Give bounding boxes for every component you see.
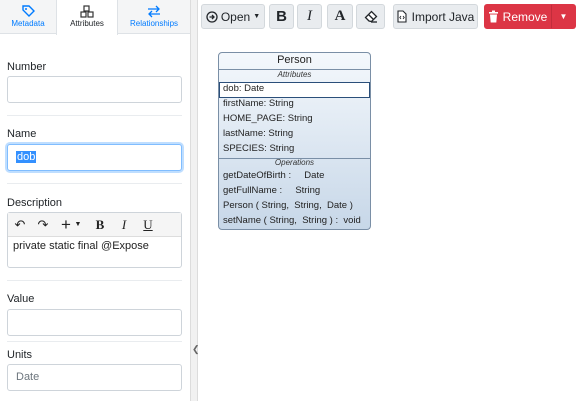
divider: [7, 280, 182, 281]
operations-header: Operations: [274, 158, 315, 167]
eraser-button[interactable]: [356, 4, 385, 29]
name-value: dob: [16, 151, 37, 163]
remove-button[interactable]: Remove: [484, 4, 551, 29]
description-text[interactable]: private static final @Expose: [13, 240, 149, 252]
operation-row[interactable]: setName ( String, String ) : void: [223, 215, 361, 226]
divider: [7, 183, 182, 184]
tab-label: Metadata: [11, 19, 45, 28]
panel-splitter[interactable]: ❮: [190, 0, 200, 401]
number-label: Number: [7, 61, 47, 73]
class-name: Person: [277, 54, 312, 66]
attributes-header: Attributes: [277, 70, 312, 79]
open-label: Open: [220, 9, 251, 24]
attribute-row[interactable]: firstName: String: [223, 98, 294, 109]
arrows-exchange-icon: [118, 5, 190, 18]
app-root: Metadata Attributes Relationships Number…: [0, 0, 580, 401]
tab-bar: Metadata Attributes Relationships: [0, 0, 190, 35]
tab-label: Attributes: [70, 19, 104, 28]
divider: [7, 341, 182, 342]
editor-toolbar: ↶ ↷ + ▼ B I U: [8, 213, 181, 237]
tab-label: Relationships: [129, 19, 179, 28]
operation-row[interactable]: getDateOfBirth : Date: [223, 170, 324, 181]
redo-button[interactable]: ↷: [35, 217, 51, 233]
tag-icon: [0, 5, 56, 18]
bold-button[interactable]: B: [92, 217, 108, 233]
trash-icon: [488, 10, 499, 23]
operation-row[interactable]: getFullName : String: [223, 185, 320, 196]
underline-button[interactable]: U: [140, 217, 156, 233]
import-java-label: Import Java: [411, 9, 475, 24]
insert-dropdown-caret-icon[interactable]: ▼: [70, 217, 86, 233]
tab-relationships[interactable]: Relationships: [118, 0, 190, 34]
value-input[interactable]: [7, 309, 182, 336]
attribute-row[interactable]: lastName: String: [223, 128, 293, 139]
italic-button[interactable]: I: [116, 217, 132, 233]
properties-panel: Metadata Attributes Relationships Number…: [0, 0, 190, 401]
caret-down-icon: ▼: [253, 13, 261, 20]
italic-button[interactable]: I: [297, 4, 322, 29]
name-input[interactable]: dob: [7, 144, 182, 171]
eraser-icon: [364, 10, 378, 23]
name-label: Name: [7, 128, 37, 140]
attribute-row[interactable]: dob: Date: [223, 83, 264, 94]
diagram-canvas[interactable]: Person Attributes dob: Date firstName: S…: [198, 33, 580, 401]
main-toolbar: Open ▼ B I A Import Java Remove ▼: [198, 0, 580, 33]
uml-class-person[interactable]: Person Attributes dob: Date firstName: S…: [218, 52, 371, 230]
description-label: Description: [7, 197, 63, 209]
file-code-icon: [397, 10, 407, 23]
tab-attributes[interactable]: Attributes: [56, 0, 118, 35]
bold-button[interactable]: B: [269, 4, 294, 29]
description-editor[interactable]: ↶ ↷ + ▼ B I U private static final @Expo…: [7, 212, 182, 268]
undo-button[interactable]: ↶: [12, 217, 28, 233]
font-button[interactable]: A: [327, 4, 353, 29]
remove-label: Remove: [502, 9, 548, 24]
attribute-row[interactable]: SPECIES: String: [223, 143, 294, 154]
attribute-row[interactable]: HOME_PAGE: String: [223, 113, 313, 124]
operation-row[interactable]: Person ( String, String, Date ): [223, 200, 353, 211]
value-label: Value: [7, 293, 35, 305]
units-label: Units: [7, 349, 33, 361]
cubes-icon: [57, 5, 117, 18]
remove-dropdown-button[interactable]: ▼: [551, 4, 576, 29]
import-java-button[interactable]: Import Java: [393, 4, 478, 29]
divider: [7, 115, 182, 116]
units-input[interactable]: Date: [7, 364, 182, 391]
caret-down-icon: ▼: [559, 12, 568, 21]
tab-metadata[interactable]: Metadata: [0, 0, 56, 34]
number-input[interactable]: [7, 76, 182, 103]
open-button[interactable]: Open ▼: [201, 4, 265, 29]
arrow-circle-right-icon: [206, 10, 218, 23]
